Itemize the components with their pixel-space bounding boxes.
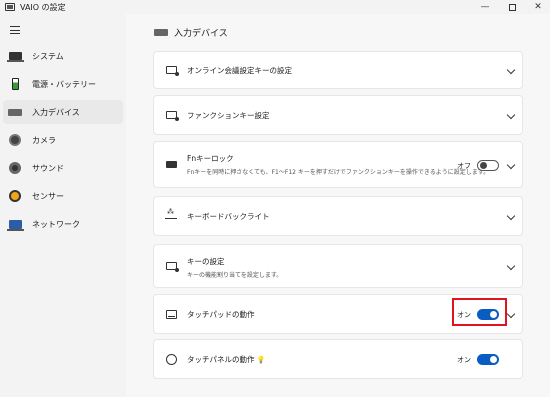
page-title: 入力デバイス: [174, 29, 228, 39]
keyboard-icon: [8, 108, 22, 116]
card-label: タッチパッドの動作: [187, 309, 255, 319]
chevron-down-icon[interactable]: [506, 160, 516, 169]
sidebar-item-network[interactable]: ネットワーク: [3, 212, 123, 236]
fn-lock-toggle[interactable]: [477, 160, 499, 171]
keyboard-settings-icon: [165, 111, 179, 121]
laptop-icon: [6, 52, 24, 62]
main-content: 入力デバイス オンライン会議設定キーの設定 ファンクションキー設定 Fnキーロッ…: [126, 14, 550, 397]
chevron-down-icon[interactable]: [506, 110, 516, 120]
touch-panel-toggle[interactable]: [477, 354, 499, 365]
maximize-button[interactable]: [499, 0, 525, 14]
keyboard-icon: [165, 161, 177, 168]
close-icon: ✕: [534, 2, 542, 12]
minimize-icon: —: [480, 2, 490, 12]
backlight-icon: [165, 208, 177, 219]
page-header: 入力デバイス: [154, 26, 228, 39]
battery-icon: [11, 78, 19, 90]
hamburger-icon: [10, 26, 20, 27]
sidebar-item-label: センサー: [32, 191, 64, 201]
network-icon: [6, 219, 24, 231]
card-key-settings[interactable]: キーの設定 キーの機能割り当てを設定します。: [153, 244, 523, 288]
sidebar-item-label: ネットワーク: [32, 219, 80, 229]
card-label: Fnキーロック: [187, 154, 234, 163]
card-description: キーの機能割り当てを設定します。: [187, 272, 283, 279]
app-icon: [5, 3, 15, 11]
speaker-icon: [9, 162, 21, 174]
sensor-icon: [9, 190, 21, 202]
sidebar-item-label: 電源・バッテリー: [32, 79, 96, 89]
toggle-state-label: オン: [457, 355, 471, 364]
maximize-icon: [508, 3, 516, 11]
card-label: キーボードバックライト: [187, 211, 270, 221]
camera-icon: [9, 134, 21, 146]
window-title: VAIO の設定: [20, 2, 66, 12]
card-fn-lock[interactable]: Fnキーロック Fnキーを同時に押さなくても、F1～F12 キーを押すだけでファ…: [153, 141, 523, 188]
sidebar-item-label: 入力デバイス: [32, 107, 80, 117]
sidebar-item-power-battery[interactable]: 電源・バッテリー: [3, 72, 123, 96]
sidebar-item-label: カメラ: [32, 135, 56, 145]
sidebar-item-sensor[interactable]: センサー: [3, 184, 123, 208]
lightbulb-icon: 💡: [256, 355, 266, 364]
sidebar: システム 電源・バッテリー 入力デバイス カメラ サウンド センサー ネットワー…: [0, 42, 126, 240]
keyboard-settings-icon: [165, 66, 179, 76]
card-label: タッチパネルの動作 💡: [187, 354, 266, 364]
chevron-down-icon[interactable]: [506, 211, 516, 221]
sidebar-item-label: サウンド: [32, 163, 64, 173]
card-function-key[interactable]: ファンクションキー設定: [153, 95, 523, 135]
sidebar-item-camera[interactable]: カメラ: [3, 128, 123, 152]
chevron-down-icon[interactable]: [506, 65, 516, 75]
toggle-state-label: オフ: [457, 161, 471, 170]
card-keyboard-backlight[interactable]: キーボードバックライト: [153, 196, 523, 236]
title-bar: VAIO の設定 — ✕: [0, 0, 550, 14]
highlight-box: [452, 298, 507, 326]
card-label: キーの設定: [187, 257, 225, 266]
chevron-down-icon[interactable]: [506, 309, 516, 319]
touch-panel-icon: [165, 353, 177, 365]
card-description: Fnキーを同時に押さなくても、F1～F12 キーを押すだけでファンクションキーを…: [187, 169, 490, 176]
minimize-button[interactable]: —: [472, 0, 498, 14]
close-button[interactable]: ✕: [525, 0, 550, 14]
card-online-meeting-key[interactable]: オンライン会議設定キーの設定: [153, 51, 523, 89]
sidebar-item-sound[interactable]: サウンド: [3, 156, 123, 180]
keyboard-icon: [154, 29, 168, 36]
sidebar-item-input-devices[interactable]: 入力デバイス: [3, 100, 123, 124]
touchpad-icon: [165, 309, 177, 319]
menu-toggle-button[interactable]: [10, 26, 20, 34]
card-label: オンライン会議設定キーの設定: [187, 65, 292, 75]
card-touch-panel[interactable]: タッチパネルの動作 💡 オン: [153, 339, 523, 379]
keyboard-settings-icon: [165, 262, 179, 272]
sidebar-item-label: システム: [32, 51, 64, 61]
card-label: ファンクションキー設定: [187, 110, 270, 120]
sidebar-item-system[interactable]: システム: [3, 44, 123, 68]
chevron-down-icon[interactable]: [506, 261, 516, 271]
